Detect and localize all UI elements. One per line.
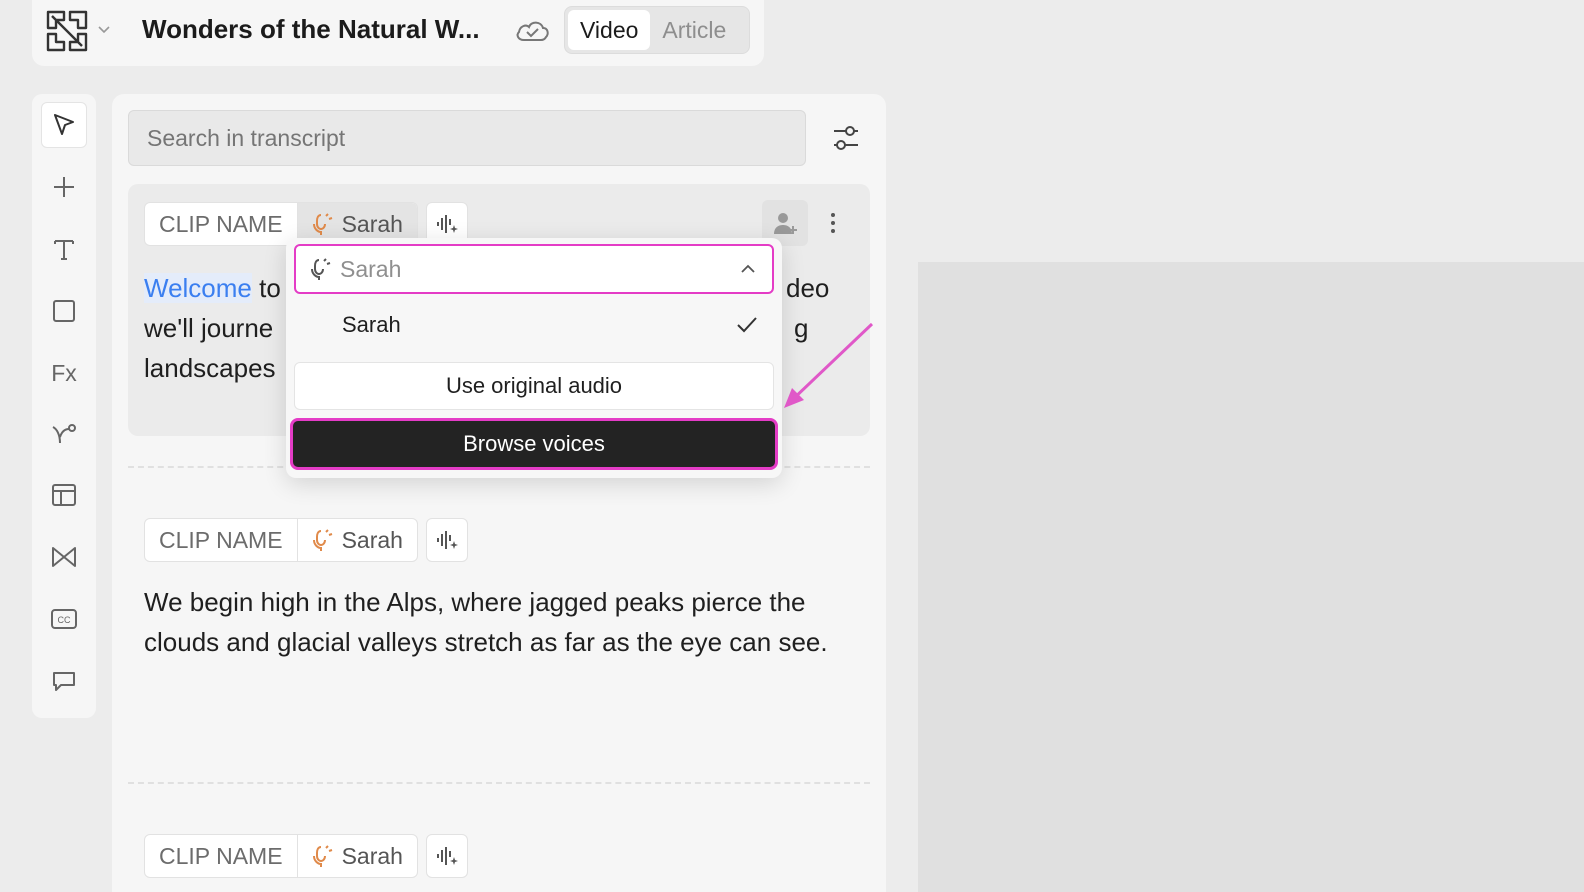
clip-card[interactable]: CLIP NAME Sarah We begin high in the Alp… xyxy=(128,500,870,760)
audio-sparkle-icon xyxy=(436,531,458,549)
highlighted-word[interactable]: Welcome xyxy=(144,273,252,303)
checkmark-icon xyxy=(737,317,757,333)
top-bar: Wonders of the Natural W... Video Articl… xyxy=(32,0,764,66)
voice-dropdown: Sarah Sarah Use original audio Browse vo… xyxy=(286,238,782,478)
use-original-audio-button[interactable]: Use original audio xyxy=(294,362,774,410)
transcript-search-input[interactable] xyxy=(128,110,806,166)
transition-tool[interactable] xyxy=(41,534,87,580)
tab-video[interactable]: Video xyxy=(568,10,651,50)
clip-name-label[interactable]: CLIP NAME xyxy=(145,203,297,245)
preview-canvas[interactable] xyxy=(918,262,1584,892)
voice-input-value: Sarah xyxy=(340,255,402,282)
clip-transcript-text[interactable]: We begin high in the Alps, where jagged … xyxy=(144,582,864,662)
voice-option-sarah[interactable]: Sarah xyxy=(294,302,774,348)
clip-name-label[interactable]: CLIP NAME xyxy=(145,519,297,561)
view-mode-toggle: Video Article xyxy=(564,6,750,54)
more-options-icon[interactable] xyxy=(818,202,848,244)
plus-icon xyxy=(54,177,74,197)
effects-icon: Fx xyxy=(51,359,77,386)
rectangle-icon xyxy=(53,300,75,322)
filter-settings-icon[interactable] xyxy=(826,118,866,158)
clip-chips: CLIP NAME Sarah xyxy=(144,834,468,878)
voice-name: Sarah xyxy=(341,527,403,553)
clip-card[interactable]: CLIP NAME Sarah xyxy=(128,816,870,892)
captions-icon: CC xyxy=(51,609,77,629)
app-logo-icon[interactable] xyxy=(44,8,90,54)
voice-name: Sarah xyxy=(341,843,403,869)
clip-text-tail: deo xyxy=(786,273,830,303)
layout-icon xyxy=(52,484,76,506)
svg-text:CC: CC xyxy=(58,615,71,625)
path-tool[interactable] xyxy=(41,410,87,456)
text-tool[interactable] xyxy=(41,226,87,272)
clip-chips: CLIP NAME Sarah xyxy=(144,518,468,562)
layout-tool[interactable] xyxy=(41,472,87,518)
add-person-icon xyxy=(774,213,797,234)
rectangle-tool[interactable] xyxy=(41,288,87,334)
clip-header: CLIP NAME Sarah xyxy=(144,834,418,878)
voice-selector-button[interactable]: Sarah xyxy=(296,835,417,877)
audio-sparkle-icon xyxy=(436,847,458,865)
select-icon xyxy=(54,114,74,135)
captions-tool[interactable]: CC xyxy=(41,596,87,642)
annotation-arrow-icon xyxy=(784,322,874,408)
cloud-saved-icon xyxy=(514,16,550,44)
clip-text-line: to xyxy=(251,273,281,303)
path-icon xyxy=(52,424,76,444)
voice-option-label: Sarah xyxy=(342,312,401,337)
tab-article[interactable]: Article xyxy=(650,10,738,50)
comment-tool[interactable] xyxy=(41,658,87,704)
chevron-down-icon[interactable] xyxy=(96,21,112,37)
voice-selector-button[interactable]: Sarah xyxy=(296,519,417,561)
transition-icon xyxy=(52,547,76,567)
clip-header: CLIP NAME Sarah xyxy=(144,518,418,562)
clip-divider xyxy=(128,782,870,784)
microphone-icon xyxy=(312,213,332,235)
comment-icon xyxy=(53,672,75,691)
transcript-panel: CLIP NAME Sarah Welcome to we'll journe … xyxy=(112,94,886,892)
microphone-icon xyxy=(312,845,332,867)
audio-sparkle-icon xyxy=(436,215,458,233)
chevron-up-icon[interactable] xyxy=(738,259,758,279)
microphone-icon xyxy=(312,529,332,551)
document-title[interactable]: Wonders of the Natural W... xyxy=(142,14,480,45)
add-tool[interactable] xyxy=(41,164,87,210)
text-icon xyxy=(54,240,74,260)
select-tool[interactable] xyxy=(41,102,87,148)
microphone-icon xyxy=(311,258,331,280)
audio-enhance-button[interactable] xyxy=(425,834,468,878)
clip-name-label[interactable]: CLIP NAME xyxy=(145,835,297,877)
audio-enhance-button[interactable] xyxy=(425,518,468,562)
browse-voices-button[interactable]: Browse voices xyxy=(290,418,778,470)
effects-tool[interactable]: Fx xyxy=(41,350,87,396)
tool-sidebar: Fx CC xyxy=(32,94,96,718)
voice-search-input[interactable]: Sarah xyxy=(294,244,774,294)
